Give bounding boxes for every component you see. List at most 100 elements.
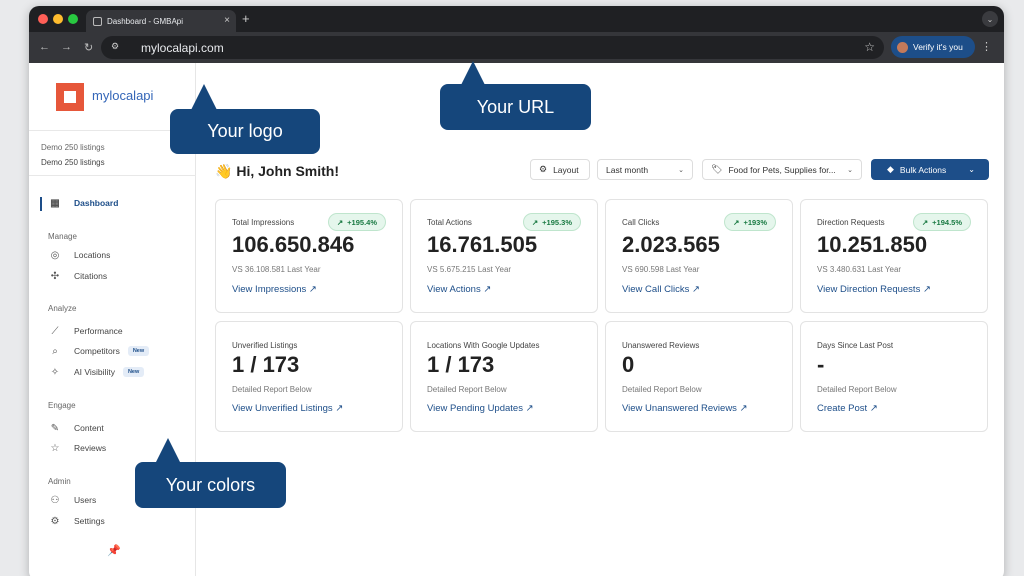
card-title: Days Since Last Post (817, 341, 894, 350)
layout-label: Layout (553, 164, 579, 175)
sidebar-item-label: Locations (74, 250, 111, 260)
sidebar-item-content[interactable]: ✎ Content (49, 422, 104, 434)
delta-badge: ↗ +193% (724, 213, 776, 231)
section-heading-admin: Admin (48, 477, 71, 486)
sidebar-item-locations[interactable]: ◎ Locations (49, 249, 111, 261)
star-icon: ☆ (50, 442, 60, 454)
view-pending-updates-link[interactable]: View Pending Updates ↗ (427, 403, 534, 414)
pin-sidebar-icon[interactable]: 📌 (107, 544, 121, 557)
new-tab-button[interactable]: + (242, 11, 250, 26)
sidebar-item-settings[interactable]: ⚙ Settings (49, 515, 105, 527)
tab-bar: Dashboard - GMBApi × + ⌄ (29, 6, 1004, 32)
sidebar-item-ai-visibility[interactable]: ✧ AI Visibility New (49, 366, 145, 378)
card-value: - (817, 352, 825, 377)
report-card-google-updates: Locations With Google Updates 1 / 173 De… (410, 321, 598, 432)
card-subtitle: Detailed Report Below (817, 385, 897, 394)
locations-icon: ◎ (50, 249, 60, 261)
address-toolbar: ← → ↻ ⚙ mylocalapi.com ☆ Verify it's you… (29, 32, 1004, 63)
report-card-last-post: Days Since Last Post - Detailed Report B… (800, 321, 988, 432)
arrow-up-right-icon: ↗ (335, 403, 344, 414)
view-actions-link[interactable]: View Actions ↗ (427, 284, 491, 295)
sidebar-item-label: Citations (74, 271, 108, 281)
layers-icon: ◆ (887, 164, 894, 174)
link-label: View Unverified Listings (232, 403, 333, 414)
avatar (897, 41, 908, 53)
view-call-clicks-link[interactable]: View Call Clicks ↗ (622, 284, 700, 295)
maximize-window-button[interactable] (68, 14, 78, 24)
competitors-search-icon: ⌕ (52, 345, 58, 357)
create-post-link[interactable]: Create Post ↗ (817, 403, 878, 414)
delta-value: +195.3% (542, 217, 572, 227)
organization-name[interactable]: Demo 250 listings (41, 143, 105, 152)
view-impressions-link[interactable]: View Impressions ↗ (232, 284, 317, 295)
sidebar-item-citations[interactable]: ✣ Citations (49, 270, 107, 282)
card-value: 1 / 173 (232, 352, 300, 377)
bookmark-star-icon[interactable]: ☆ (864, 40, 875, 54)
sidebar-item-performance[interactable]: ⟋ Performance (49, 325, 123, 337)
megaphone-icon: ✎ (50, 422, 60, 434)
card-title: Unverified Listings (232, 341, 298, 350)
view-unverified-listings-link[interactable]: View Unverified Listings ↗ (232, 403, 343, 414)
period-select[interactable]: Last month ⌄ (597, 159, 693, 180)
wave-emoji-icon: 👋 (215, 163, 233, 179)
greeting-text: Hi, John Smith! (236, 163, 339, 179)
category-filter-select[interactable]: 🏷 Food for Pets, Supplies for... ⌄ (702, 159, 862, 180)
sidebar-item-users[interactable]: ⚇ Users (49, 494, 97, 506)
view-direction-requests-link[interactable]: View Direction Requests ↗ (817, 284, 931, 295)
sidebar-item-competitors[interactable]: ⌕ Competitors New (49, 345, 150, 357)
sidebar-item-reviews[interactable]: ☆ Reviews (49, 442, 107, 454)
view-unanswered-reviews-link[interactable]: View Unanswered Reviews ↗ (622, 403, 748, 414)
stat-card-actions: Total Actions ↗ +195.3% 16.761.505 VS 5.6… (410, 199, 598, 313)
minimize-window-button[interactable] (53, 14, 63, 24)
card-value: 106.650.846 (232, 232, 355, 257)
brand-name: mylocalapi (92, 88, 154, 103)
address-bar[interactable]: ⚙ mylocalapi.com ☆ (101, 36, 884, 59)
browser-tab[interactable]: Dashboard - GMBApi × (86, 10, 236, 32)
card-title: Direction Requests (817, 218, 885, 227)
sidebar-item-label: Reviews (74, 443, 107, 453)
verify-label: Verify it's you (913, 42, 963, 52)
menu-kebab-icon[interactable]: ⋮ (981, 40, 992, 53)
close-window-button[interactable] (38, 14, 48, 24)
sidebar-item-label: Dashboard (74, 198, 119, 208)
url-text[interactable]: mylocalapi.com (141, 41, 224, 55)
organization-subname[interactable]: Demo 250 listings (41, 158, 105, 167)
arrow-up-right-icon: ↗ (525, 403, 534, 414)
card-title: Total Impressions (232, 218, 295, 227)
sidebar-item-label: Users (74, 495, 97, 505)
card-comparison: VS 36.108.581 Last Year (232, 265, 321, 274)
sidebar-item-label: Competitors (74, 346, 120, 356)
verify-profile-button[interactable]: Verify it's you (891, 36, 975, 58)
stat-card-call-clicks: Call Clicks ↗ +193% 2.023.565 VS 690.598 … (605, 199, 793, 313)
layout-button[interactable]: ⚙ Layout (530, 159, 590, 180)
link-label: View Pending Updates (427, 403, 523, 414)
chevron-down-icon: ⌄ (847, 166, 853, 174)
back-icon[interactable]: ← (39, 41, 50, 53)
divider (29, 175, 196, 176)
tag-icon: 🏷 (711, 164, 723, 174)
trend-up-icon: ↗ (733, 217, 740, 227)
link-label: View Call Clicks (622, 284, 690, 295)
reload-icon[interactable]: ↻ (84, 41, 93, 54)
brand-logo-icon (56, 83, 84, 111)
bulk-actions-button[interactable]: ◆ Bulk Actions ⌄ (871, 159, 989, 180)
tab-search-button[interactable]: ⌄ (982, 11, 998, 27)
delta-value: +193% (743, 217, 767, 227)
bulk-actions-label: Bulk Actions (899, 164, 947, 175)
site-settings-icon[interactable]: ⚙ (111, 41, 124, 54)
tab-favicon-icon (93, 16, 102, 26)
new-badge: New (122, 367, 145, 377)
card-value: 0 (622, 352, 635, 377)
link-label: Create Post (817, 403, 868, 414)
section-heading-engage: Engage (48, 401, 76, 410)
category-value: Food for Pets, Supplies for... (728, 164, 836, 175)
stat-card-direction-requests: Direction Requests ↗ +194.5% 10.251.850 V… (800, 199, 988, 313)
sidebar-item-dashboard[interactable]: ▦ Dashboard (49, 197, 118, 209)
link-label: View Actions (427, 284, 481, 295)
tab-close-icon[interactable]: × (224, 15, 230, 26)
sidebar-item-label: Content (74, 423, 104, 433)
chevron-down-icon: ⌄ (678, 166, 684, 174)
card-value: 16.761.505 (427, 232, 538, 257)
browser-window: Dashboard - GMBApi × + ⌄ ← → ↻ ⚙ mylocal… (29, 6, 1004, 576)
forward-icon[interactable]: → (61, 41, 72, 53)
